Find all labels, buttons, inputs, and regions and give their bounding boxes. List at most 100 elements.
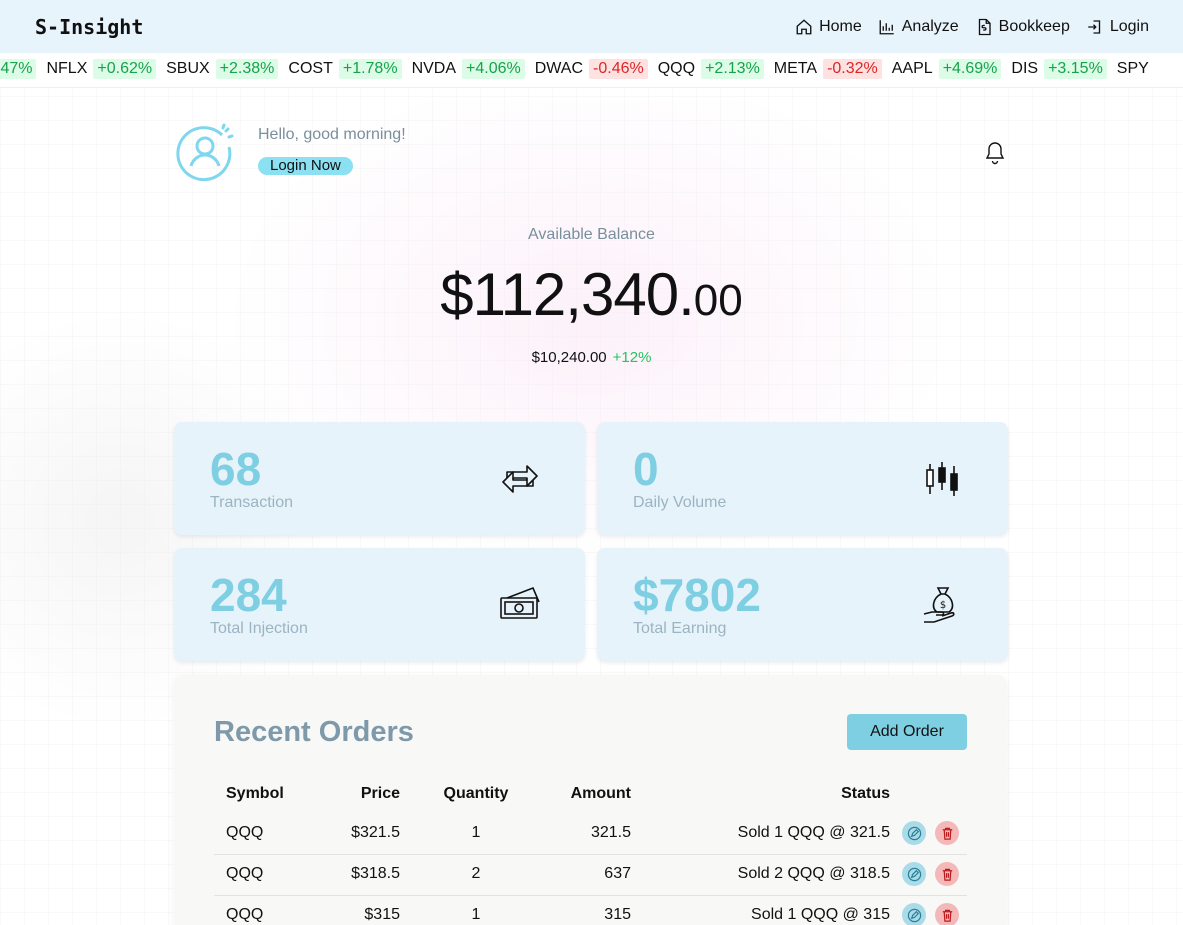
ticker-symbol: QQQ: [657, 60, 696, 77]
ticker-change: .47%: [0, 59, 37, 79]
login-icon: [1088, 19, 1101, 34]
nav-bookkeep-label: Bookkeep: [998, 17, 1070, 35]
ticker-item[interactable]: SBUX +2.38%: [166, 59, 279, 79]
edit-button[interactable]: [902, 903, 926, 925]
ticker-item[interactable]: NVDA +4.06%: [412, 59, 525, 79]
stat-value: 0: [633, 443, 659, 495]
ticker-change: +2.13%: [701, 59, 764, 79]
balance-cents: 00: [693, 276, 743, 325]
greeting-text: Hello, good morning!: [258, 126, 406, 143]
cell-price: $321.5: [351, 824, 400, 841]
col-status[interactable]: Status: [841, 785, 890, 803]
balance-change-amount: $10,240.00: [531, 349, 607, 366]
ticker-symbol: NVDA: [411, 60, 457, 77]
cell-price: $315: [364, 906, 400, 923]
nav-login[interactable]: Login: [1086, 18, 1149, 36]
ticker-symbol: META: [773, 60, 818, 77]
nav-home[interactable]: Home: [795, 18, 862, 36]
ticker-item[interactable]: META -0.32%: [774, 59, 882, 79]
nav-bookkeep[interactable]: Bookkeep: [975, 18, 1070, 36]
ticker-change: +1.78%: [338, 59, 402, 79]
edit-icon: [907, 908, 921, 922]
cash-icon: [500, 586, 540, 619]
ticker-item[interactable]: DWAC -0.46%: [535, 59, 648, 79]
stat-card-total-earning: $7802 Total Earning $: [597, 548, 1008, 661]
cell-status: Sold 1 QQQ @ 321.5: [737, 824, 890, 841]
table-row: QQQ $315 1 315 Sold 1 QQQ @ 315: [214, 896, 967, 925]
cell-symbol: QQQ: [226, 906, 264, 923]
orders-table-header: Symbol Price Quantity Amount Status: [214, 785, 967, 807]
cell-quantity: 1: [471, 906, 481, 923]
cell-status: Sold 1 QQQ @ 315: [751, 906, 890, 923]
balance-label: Available Balance: [528, 226, 655, 243]
stat-card-daily-volume: 0 Daily Volume: [597, 422, 1008, 535]
balance-change-percent: +12%: [612, 349, 652, 366]
ticker-item[interactable]: QQQ +2.13%: [658, 59, 764, 79]
stat-value: $7802: [633, 569, 761, 621]
stat-value: 68: [210, 443, 262, 495]
user-avatar-icon[interactable]: [176, 123, 234, 181]
cell-quantity: 2: [471, 865, 481, 882]
ticker-item[interactable]: NFLX +0.62%: [46, 59, 157, 79]
stat-label: Daily Volume: [633, 494, 727, 511]
balance-main: $112,340.: [440, 261, 694, 328]
ticker-symbol: AAPL: [891, 60, 933, 77]
col-price[interactable]: Price: [361, 785, 400, 803]
edit-button[interactable]: [902, 821, 926, 845]
delete-button[interactable]: [935, 903, 959, 925]
ticker-symbol: NFLX: [46, 60, 88, 77]
ticker-change: +4.06%: [462, 59, 525, 79]
balance-amount: $112,340.00: [0, 260, 1183, 329]
ticker-item[interactable]: .47%: [0, 59, 37, 79]
recent-orders-title: Recent Orders: [214, 716, 414, 748]
col-amount[interactable]: Amount: [571, 785, 631, 803]
nav-analyze[interactable]: Analyze: [878, 18, 959, 36]
candlestick-icon: [926, 462, 958, 496]
stat-card-transaction: 68 Transaction: [174, 422, 585, 535]
ticker-symbol: DIS: [1011, 60, 1039, 77]
ticker-symbol: COST: [288, 60, 333, 77]
ticker-item[interactable]: AAPL +4.69%: [892, 59, 1002, 79]
stat-label: Transaction: [210, 494, 293, 511]
nav-login-label: Login: [1109, 17, 1149, 35]
bell-icon[interactable]: [983, 140, 1007, 166]
stat-label: Total Injection: [210, 620, 308, 637]
stat-value: 284: [210, 569, 287, 621]
delete-button[interactable]: [935, 821, 959, 845]
cell-symbol: QQQ: [226, 824, 264, 841]
col-quantity[interactable]: Quantity: [441, 785, 511, 803]
edit-button[interactable]: [902, 862, 926, 886]
ticker-symbol: SPY: [1116, 60, 1149, 77]
balance-change: $10,240.00 +12%: [0, 349, 1183, 366]
table-row: QQQ $318.5 2 637 Sold 2 QQQ @ 318.5: [214, 855, 967, 896]
ticker-change: +4.69%: [938, 59, 1002, 79]
ticker-change: -0.32%: [823, 59, 882, 79]
col-symbol[interactable]: Symbol: [226, 785, 284, 803]
ticker-symbol: SBUX: [166, 60, 210, 77]
nav-analyze-label: Analyze: [901, 17, 959, 35]
home-icon: [796, 18, 812, 34]
svg-text:$: $: [940, 600, 946, 611]
ticker-item[interactable]: COST +1.78%: [288, 59, 402, 79]
ticker-change: +2.38%: [215, 59, 279, 79]
cell-quantity: 1: [471, 824, 481, 841]
cell-status: Sold 2 QQQ @ 318.5: [737, 865, 890, 882]
bar-chart-icon: [879, 19, 894, 34]
ticker-change: +0.62%: [93, 59, 157, 79]
ticker-item[interactable]: SPY: [1117, 60, 1155, 78]
recent-orders-panel: Recent Orders Add Order Symbol Price Qua…: [174, 675, 1007, 925]
navbar: S-Insight Home Analyze Bookkeep Login: [0, 0, 1183, 53]
ticker-change: +3.15%: [1044, 59, 1107, 79]
table-row: QQQ $321.5 1 321.5 Sold 1 QQQ @ 321.5: [214, 814, 967, 855]
nav-home-label: Home: [819, 17, 862, 35]
ticker-change: -0.46%: [589, 59, 648, 79]
add-order-button[interactable]: Add Order: [847, 714, 967, 750]
ticker-item[interactable]: DIS +3.15%: [1011, 59, 1107, 79]
cell-amount: 315: [604, 906, 631, 923]
cell-symbol: QQQ: [226, 865, 264, 882]
brand-logo[interactable]: S-Insight: [35, 15, 143, 39]
trash-icon: [942, 868, 952, 881]
stock-ticker: .47% NFLX +0.62% SBUX +2.38% COST +1.78% NV…: [0, 53, 1183, 88]
login-now-button[interactable]: Login Now: [258, 157, 353, 175]
delete-button[interactable]: [935, 862, 959, 886]
